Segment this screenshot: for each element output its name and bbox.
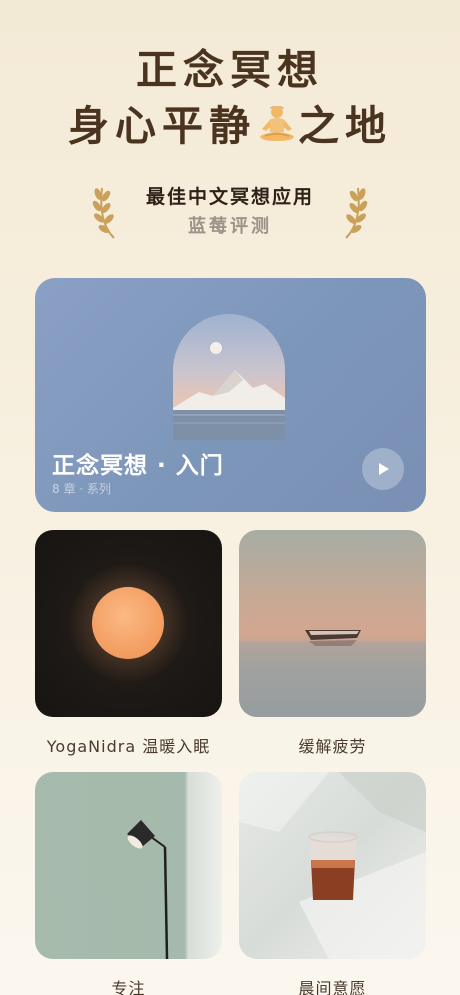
card-label-focus: 专注: [111, 979, 146, 995]
play-button[interactable]: [362, 448, 404, 490]
play-icon: [379, 463, 389, 475]
lamp-illustration: [127, 820, 169, 959]
headline-line-1: 正念冥想: [136, 46, 324, 94]
card-focus[interactable]: [35, 772, 222, 959]
hero-title: 正念冥想 · 入门: [52, 453, 224, 479]
headline: 正念冥想 身心平静 之地: [0, 42, 460, 154]
card-label-relieve-fatigue: 缓解疲劳: [298, 737, 367, 756]
award-title: 最佳中文冥想应用: [145, 186, 314, 208]
card-morning-intention[interactable]: [239, 772, 426, 959]
card-label-morning-intention: 晨间意愿: [298, 979, 367, 995]
sun-illustration: [68, 563, 188, 683]
card-relieve-fatigue[interactable]: [239, 530, 426, 717]
hero-card-mindfulness-intro[interactable]: 正念冥想 · 入门 8 章 · 系列: [35, 278, 426, 512]
boat-illustration: [239, 630, 426, 717]
mountain-scene: [173, 342, 285, 440]
meditating-person-icon: [260, 106, 294, 141]
tea-glass-illustration: [239, 772, 426, 959]
card-label-yoganidra: YogaNidra 温暖入眠: [46, 737, 211, 756]
award-subtitle: 蓝莓评测: [188, 216, 272, 237]
mountain-arch-illustration: [173, 314, 285, 440]
card-yoganidra[interactable]: [35, 530, 222, 717]
hero-meta: 8 章 · 系列: [52, 482, 111, 496]
laurel-icon: [345, 187, 368, 239]
headline-line-2-start: 身心平静: [68, 102, 256, 150]
award-badge: 最佳中文冥想应用 蓝莓评测: [0, 180, 460, 244]
headline-line-2-end: 之地: [298, 102, 392, 150]
headline-line-2: 身心平静 之地: [0, 98, 460, 154]
